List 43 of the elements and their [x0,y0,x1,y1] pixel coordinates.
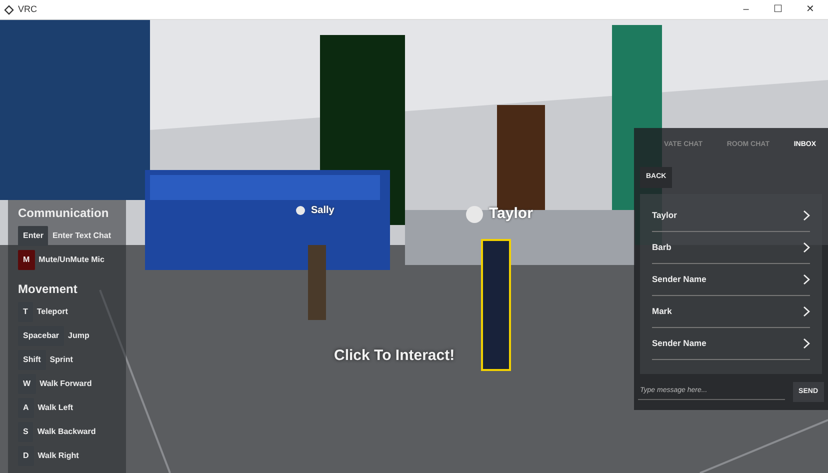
key-cap: M [18,250,35,270]
sender-name: Sender Name [652,272,706,286]
key-action-label: Walk Backward [37,426,96,438]
nameplate-name: Taylor [489,204,533,224]
key-cap: W [18,374,36,394]
key-cap: T [18,302,33,322]
key-action-label: Mute/UnMute Mic [38,254,104,266]
section-title: Movement [18,281,78,298]
sender-name: Mark [652,304,672,318]
key-action-label: Walk Left [38,402,74,414]
inbox-item[interactable]: Sender Name [652,264,810,296]
key-cap: D [18,446,34,466]
minimize-button[interactable]: – [732,2,760,17]
interact-prompt: Click To Interact! [334,346,455,366]
key-action-label: Enter Text Chat [52,230,111,242]
sender-name: Taylor [652,208,677,222]
chevron-right-icon [803,306,810,316]
chevron-right-icon [803,242,810,252]
window-title: VRC [18,2,38,16]
inbox-item[interactable]: Sender Name [652,328,810,360]
key-action-label: Teleport [36,306,68,318]
sender-name: Barb [652,240,672,254]
key-cap: S [18,422,34,442]
key-action-label: Walk Right [38,450,79,462]
chevron-right-icon [803,210,810,220]
app-logo-icon [4,4,14,14]
inbox-item[interactable]: Taylor [652,200,810,232]
key-cap: Enter [18,226,48,246]
key-action-label: Sprint [50,354,73,366]
key-cap: Shift [18,350,46,370]
maximize-button[interactable]: ☐ [764,2,792,17]
key-action-label: Jump [68,330,90,342]
inbox-item[interactable]: Barb [652,232,810,264]
section-title: Communication [18,205,110,222]
key-cap: Spacebar [18,326,64,346]
chevron-right-icon [803,274,810,284]
key-cap: A [18,398,34,418]
inbox-item[interactable]: Mark [652,296,810,328]
chevron-right-icon [803,338,810,348]
close-button[interactable]: ✕ [796,2,824,17]
key-action-label: Walk Forward [40,378,92,390]
nameplate-name: Sally [311,204,334,218]
sender-name: Sender Name [652,336,706,350]
